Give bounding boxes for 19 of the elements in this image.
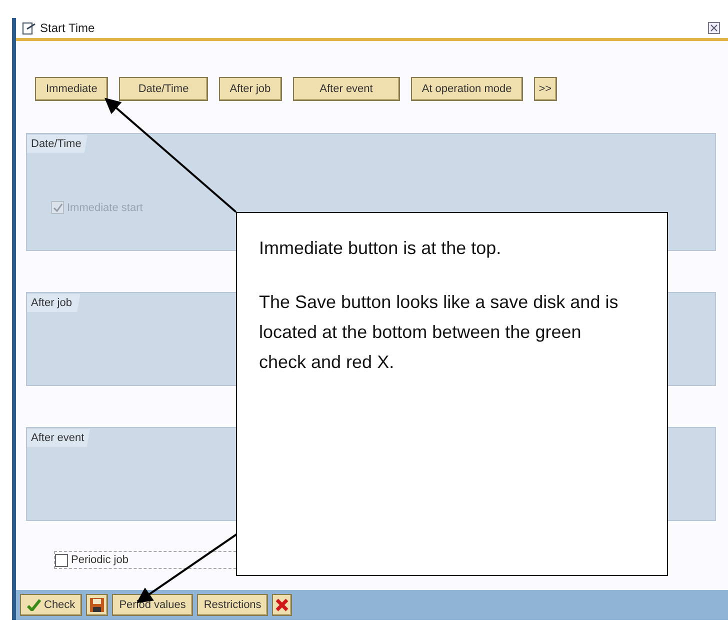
callout-text: Immediate button is at the top. <box>259 237 502 260</box>
start-option-button[interactable]: Immediate <box>35 77 108 101</box>
start-option-button[interactable]: Date/Time <box>119 77 208 101</box>
start-option-button[interactable]: After job <box>218 77 282 101</box>
start-option-button[interactable]: >> <box>534 77 557 101</box>
checkbox[interactable] <box>55 554 68 566</box>
cancel-button[interactable] <box>272 594 292 616</box>
checkmark-icon <box>27 599 41 611</box>
start-option-button[interactable]: At operation mode <box>410 77 523 101</box>
checkbox-label: Periodic job <box>71 554 128 566</box>
toolbar-button[interactable]: Period values <box>112 594 193 616</box>
close-icon[interactable] <box>708 22 720 34</box>
check-button[interactable]: Check <box>20 594 82 616</box>
callout-text: The Save button looks like a save disk and is located at the bottom between the green check and red X. <box>259 291 620 374</box>
save-button[interactable] <box>86 594 108 616</box>
toolbar-button[interactable]: Restrictions <box>196 594 268 616</box>
window-title: Start Time <box>40 21 96 35</box>
document-icon <box>22 22 36 34</box>
start-option-button[interactable]: After event <box>292 77 400 101</box>
